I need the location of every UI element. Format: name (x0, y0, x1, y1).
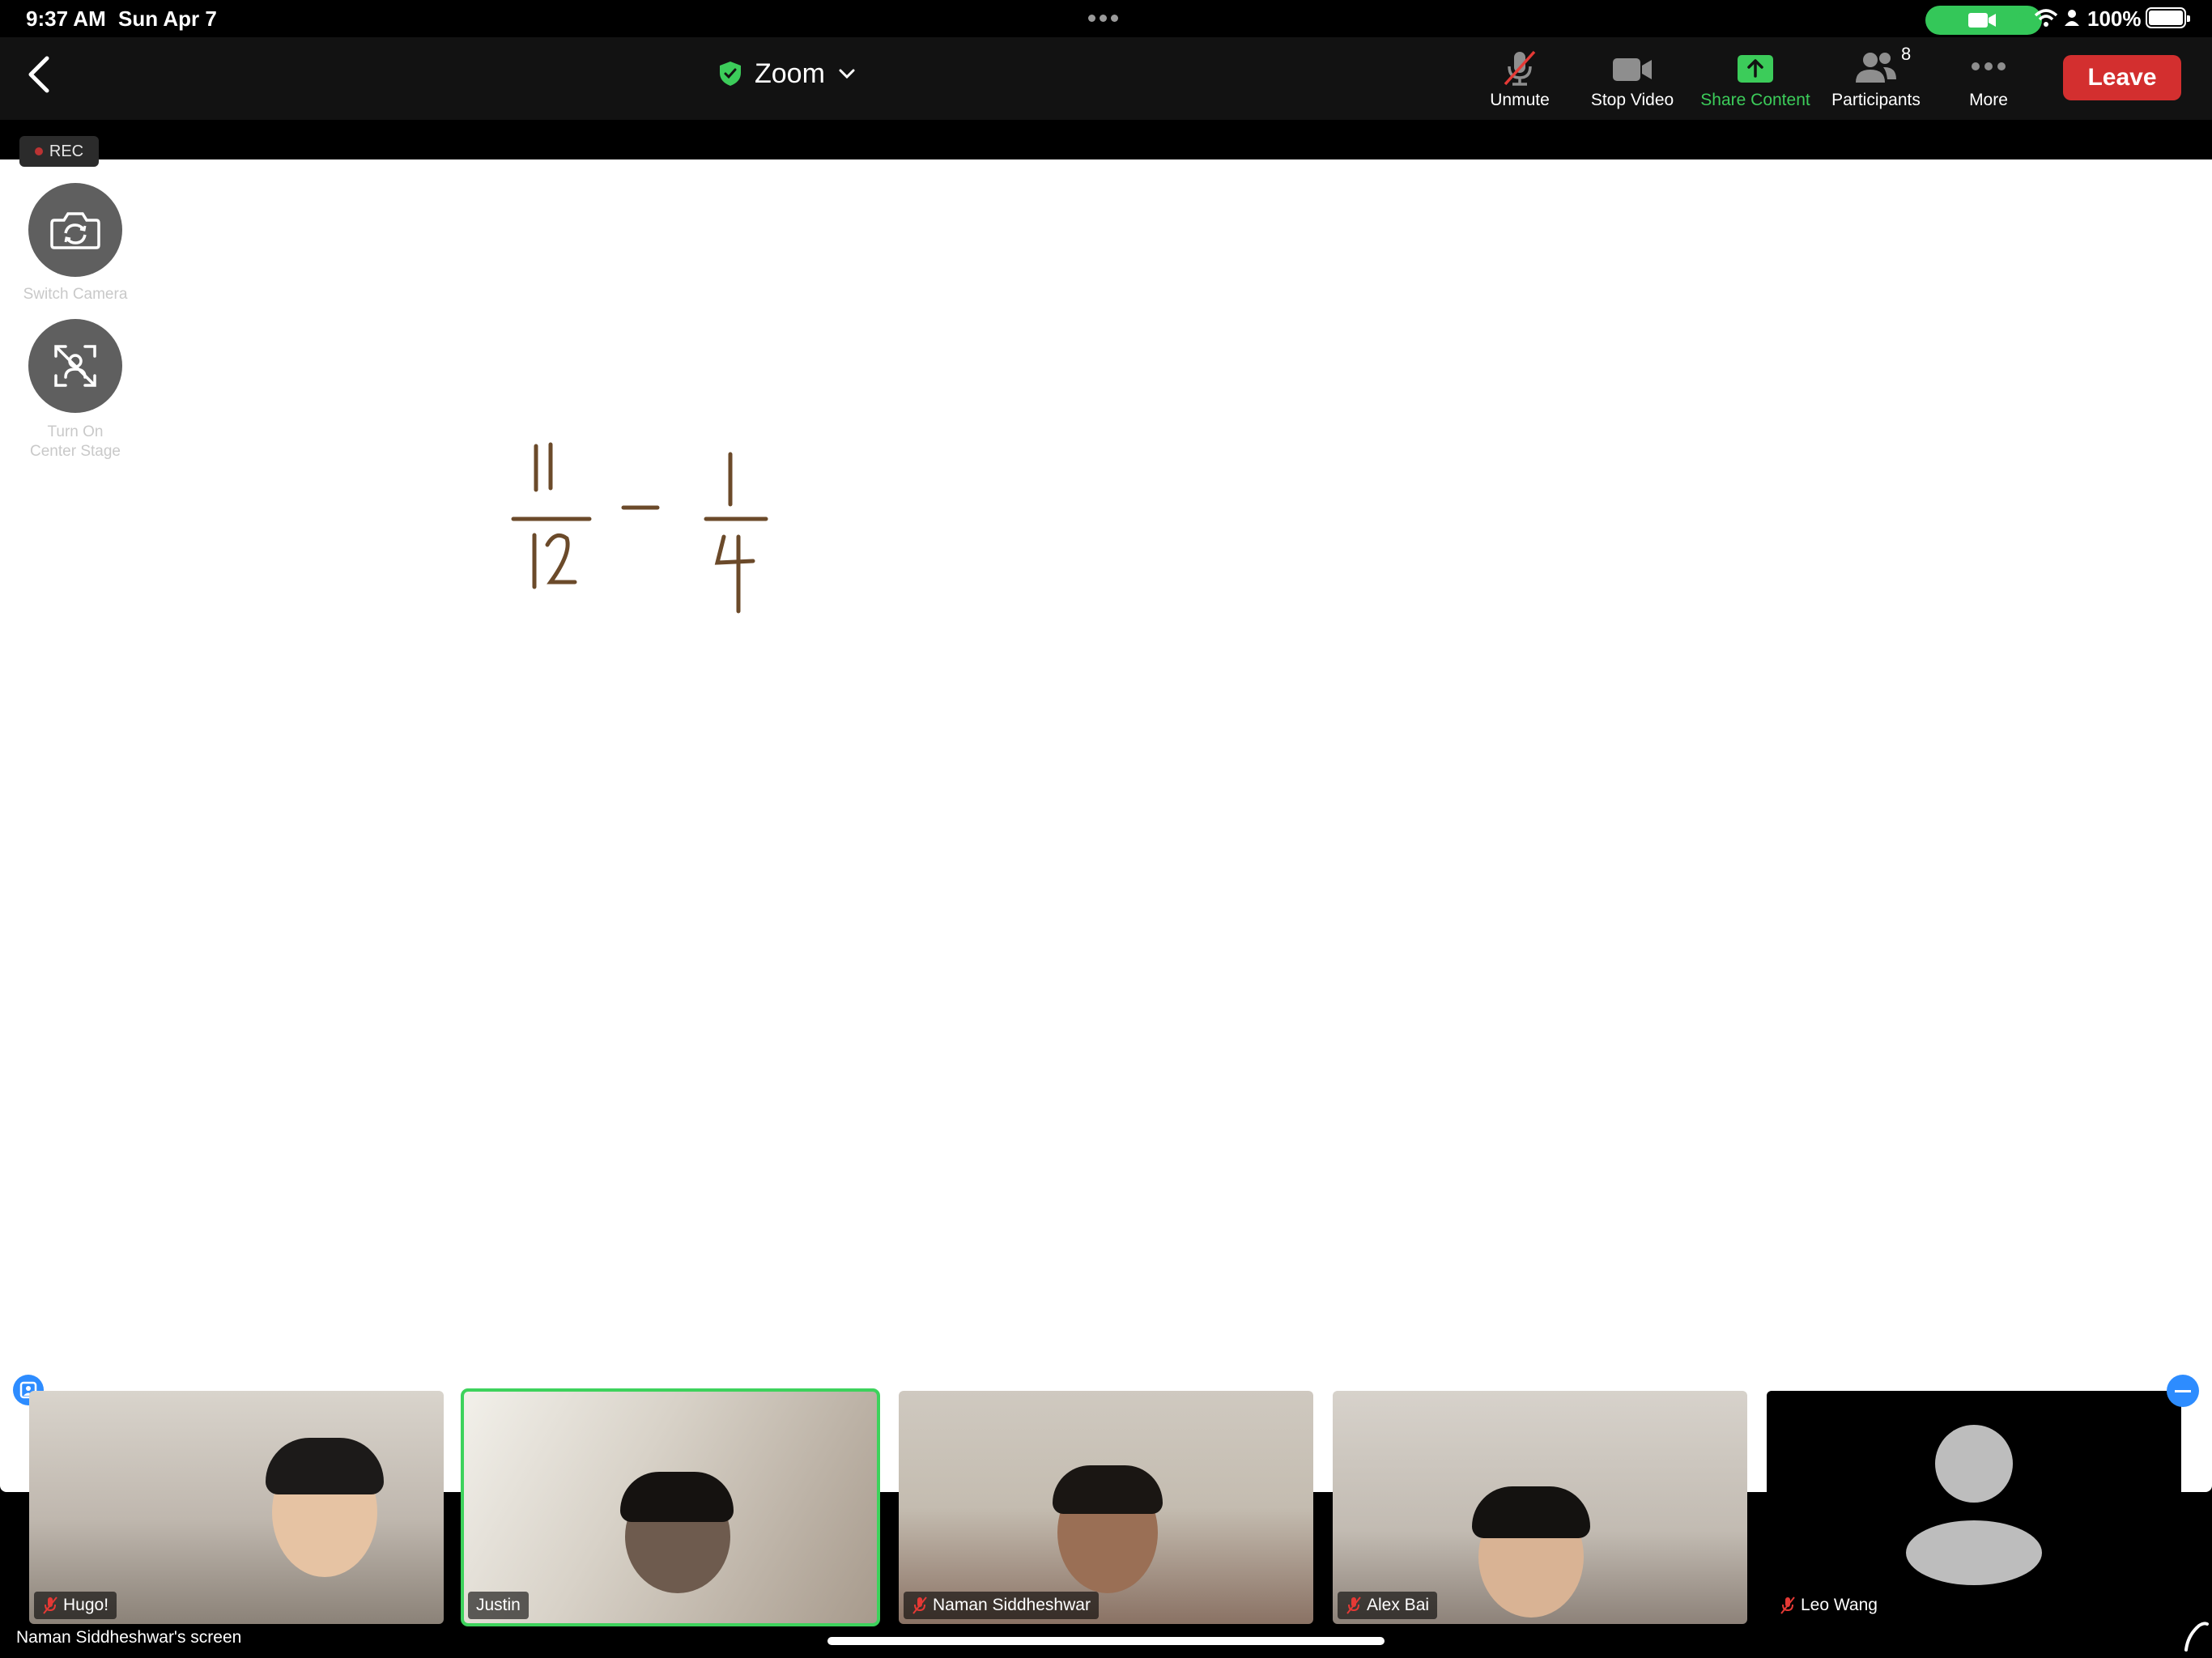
participant-count-badge: 8 (1901, 44, 1912, 64)
minus-icon (2175, 1389, 2191, 1392)
recording-badge: REC (19, 136, 99, 167)
center-stage-label-line2: Center Stage (30, 443, 121, 460)
participant-hair (1053, 1465, 1163, 1514)
multitasking-dots-icon[interactable] (1088, 11, 1124, 22)
name-tag: Hugo! (34, 1592, 117, 1619)
meeting-title-dropdown[interactable]: Zoom (719, 53, 856, 94)
video-camera-icon (1613, 58, 1652, 81)
stop-video-label: Stop Video (1590, 91, 1674, 109)
stop-video-button[interactable]: Stop Video (1580, 42, 1684, 115)
meeting-title: Zoom (755, 57, 825, 89)
participant-name: Alex Bai (1367, 1596, 1430, 1614)
participant-name: Naman Siddheshwar (933, 1596, 1091, 1614)
meeting-toolbar: Zoom Unmute Stop Video Share Content Par… (0, 37, 2212, 120)
camera-rotate-icon (50, 212, 100, 249)
center-stage-label-line1: Turn On (47, 423, 104, 440)
share-content-button[interactable]: Share Content (1691, 42, 1820, 115)
person-icon (2065, 10, 2079, 26)
battery-icon (2146, 7, 2190, 28)
chevron-left-icon (28, 56, 49, 93)
video-tile-justin[interactable]: Justin (461, 1388, 880, 1626)
participant-hair (1472, 1486, 1590, 1538)
screen-owner-label: Naman Siddheshwar's screen (16, 1628, 242, 1647)
more-button[interactable]: More (1956, 42, 2021, 115)
share-content-label: Share Content (1700, 91, 1810, 109)
recording-label: REC (49, 142, 84, 160)
center-stage-off-icon (54, 345, 96, 387)
shared-screen-whiteboard[interactable] (0, 159, 2212, 1492)
mic-off-icon (1346, 1596, 1361, 1614)
battery-percent: 100% (2087, 6, 2142, 31)
video-camera-icon (1968, 13, 1996, 28)
avatar-placeholder-icon (1906, 1425, 2042, 1585)
mic-off-icon (1504, 50, 1536, 86)
participant-hair (620, 1472, 734, 1522)
participant-name: Leo Wang (1801, 1596, 1878, 1614)
ellipsis-icon (1972, 62, 2006, 70)
video-tile-alex-bai[interactable]: Alex Bai (1333, 1391, 1747, 1624)
unmute-button[interactable]: Unmute (1475, 42, 1564, 115)
record-dot-icon (34, 147, 43, 155)
name-tag: Alex Bai (1338, 1592, 1438, 1619)
video-tile-naman-siddheshwar[interactable]: Naman Siddheshwar (899, 1391, 1313, 1624)
people-icon (1856, 53, 1896, 83)
name-tag: Naman Siddheshwar (904, 1592, 1099, 1619)
leave-button[interactable]: Leave (2063, 55, 2181, 100)
mic-off-icon (43, 1596, 57, 1614)
mic-off-icon (912, 1596, 927, 1614)
switch-camera-label: Switch Camera (23, 286, 128, 303)
video-tile-leo-wang[interactable]: Leo Wang (1767, 1391, 2181, 1624)
back-button[interactable] (23, 52, 55, 97)
status-date: Sun Apr 7 (118, 6, 217, 31)
name-tag: Justin (468, 1592, 529, 1619)
unmute-label: Unmute (1490, 91, 1550, 109)
center-stage-button[interactable] (28, 319, 122, 413)
home-indicator[interactable] (827, 1637, 1385, 1645)
chevron-down-icon (839, 69, 855, 79)
status-time: 9:37 AM (26, 6, 106, 31)
camera-active-dot (2016, 13, 2027, 24)
wifi-icon (2034, 9, 2058, 27)
more-label: More (1969, 91, 2008, 109)
share-up-arrow-icon (1738, 55, 1773, 83)
participants-button[interactable]: Participants (1819, 42, 1933, 115)
shield-check-icon (720, 62, 741, 86)
mic-off-icon (1780, 1596, 1795, 1614)
participant-name: Hugo! (63, 1596, 109, 1614)
status-bar: 9:37 AM Sun Apr 7 100% (0, 0, 2212, 37)
name-tag: Leo Wang (1772, 1592, 1886, 1619)
minimize-filmstrip-button[interactable] (2167, 1375, 2199, 1407)
participant-hair (266, 1438, 384, 1494)
switch-camera-button[interactable] (28, 183, 122, 277)
video-tile-hugo[interactable]: Hugo! (29, 1391, 444, 1624)
participants-label: Participants (1831, 91, 1921, 109)
center-stage-label: Turn On Center Stage (0, 423, 151, 461)
handwritten-fraction-subtraction (511, 442, 768, 614)
participant-name: Justin (476, 1596, 521, 1614)
phone-icon[interactable] (2183, 1619, 2210, 1652)
